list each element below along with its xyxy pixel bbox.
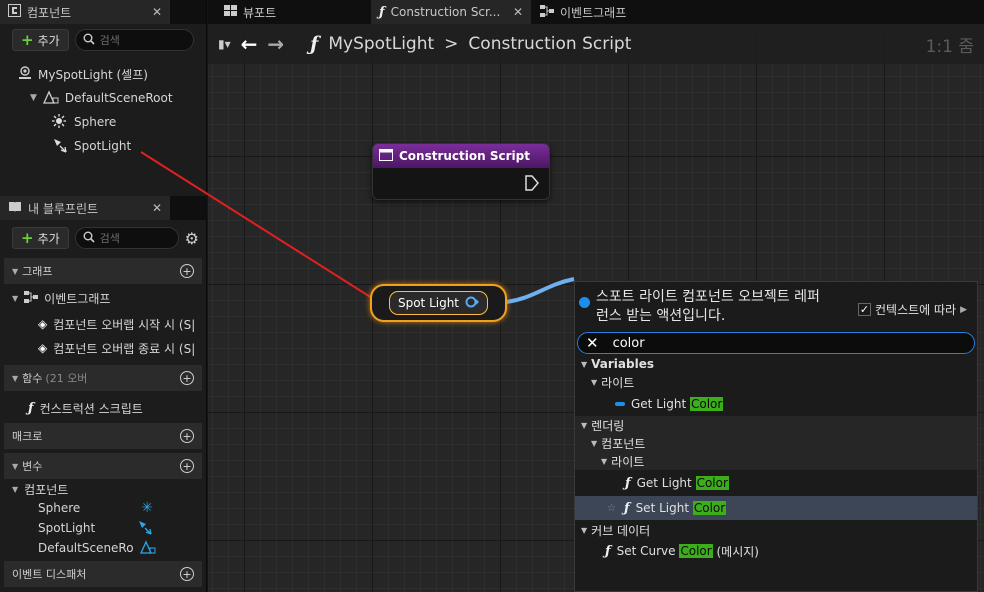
category-label: 커브 데이터: [591, 523, 651, 538]
action-menu: 스포트 라이트 컴포넌트 오브젝트 레퍼런스 받는 액션입니다. ✓ 컨텍스트에…: [574, 281, 978, 592]
search-value: color: [612, 335, 645, 351]
action-set-light-color[interactable]: ☆ ƒ Set Light Color: [575, 496, 977, 520]
construction-script-node[interactable]: Construction Script: [372, 143, 550, 200]
function-icon: ƒ: [623, 500, 630, 516]
variable-pill-icon: [615, 402, 625, 406]
action-get-light-color[interactable]: ƒ Get Light Color: [575, 471, 977, 495]
action-set-curve-color[interactable]: ƒ Set Curve Color (메시지): [575, 539, 977, 563]
action-label: Get Light: [631, 397, 690, 411]
context-sensitive-toggle[interactable]: ✓ 컨텍스트에 따라 ▶: [858, 301, 967, 318]
chevron-down-icon: ▼: [591, 377, 598, 387]
object-pin-icon[interactable]: [465, 296, 480, 311]
search-highlight: Color: [679, 544, 713, 558]
exec-pin-icon[interactable]: [525, 175, 539, 194]
category-variables[interactable]: ▼ Variables: [575, 354, 977, 374]
context-sensitive-label: 컨텍스트에 따라: [875, 303, 957, 317]
checkbox-checked-icon[interactable]: ✓: [858, 303, 871, 316]
object-dot-icon: [579, 297, 590, 308]
action-get-light-color-var[interactable]: Get Light Color: [575, 392, 977, 416]
spotlight-node[interactable]: Spot Light: [370, 284, 507, 322]
function-icon: ƒ: [605, 543, 611, 559]
category-label: 라이트: [601, 375, 635, 390]
node-title: Construction Script: [399, 149, 530, 163]
function-icon: ƒ: [625, 475, 631, 491]
function-entry-icon: [379, 148, 393, 164]
category-components[interactable]: ▼ 컴포넌트: [575, 434, 977, 452]
category-light-2[interactable]: ▼ 라이트: [575, 452, 977, 470]
action-label: Get Light: [636, 476, 696, 490]
action-menu-header: 스포트 라이트 컴포넌트 오브젝트 레퍼런스 받는 액션입니다.: [579, 288, 829, 326]
chevron-down-icon: ▼: [581, 359, 588, 369]
search-highlight: Color: [692, 501, 727, 515]
action-menu-title: 스포트 라이트 컴포넌트 오브젝트 레퍼런스 받는 액션입니다.: [596, 289, 820, 324]
chevron-down-icon: ▼: [601, 456, 608, 466]
clear-icon[interactable]: ✕: [586, 334, 599, 352]
search-highlight: Color: [695, 476, 729, 490]
category-label: Variables: [591, 357, 654, 371]
node-title: Spot Light: [397, 296, 460, 310]
category-light[interactable]: ▼ 라이트: [575, 372, 977, 392]
action-search-input[interactable]: ✕ color: [577, 332, 975, 354]
category-curve-data[interactable]: ▼ 커브 데이터: [575, 520, 977, 540]
red-link-line: [140, 151, 373, 299]
action-label: Set Curve: [616, 544, 680, 558]
category-label: 라이트: [611, 454, 645, 469]
search-highlight: Color: [689, 397, 724, 411]
action-suffix: (메시지): [712, 544, 760, 559]
category-label: 컴포넌트: [601, 436, 646, 451]
action-label: Set Light: [635, 501, 693, 515]
category-label: 렌더링: [591, 418, 625, 433]
chevron-down-icon: ▼: [591, 438, 598, 448]
chevron-down-icon: ▼: [581, 525, 588, 535]
chevron-down-icon: ▼: [581, 420, 588, 430]
chevron-right-icon: ▶: [960, 304, 968, 315]
pin-wire: [505, 277, 575, 304]
star-icon[interactable]: ☆: [607, 503, 616, 514]
category-rendering[interactable]: ▼ 렌더링: [575, 416, 977, 434]
